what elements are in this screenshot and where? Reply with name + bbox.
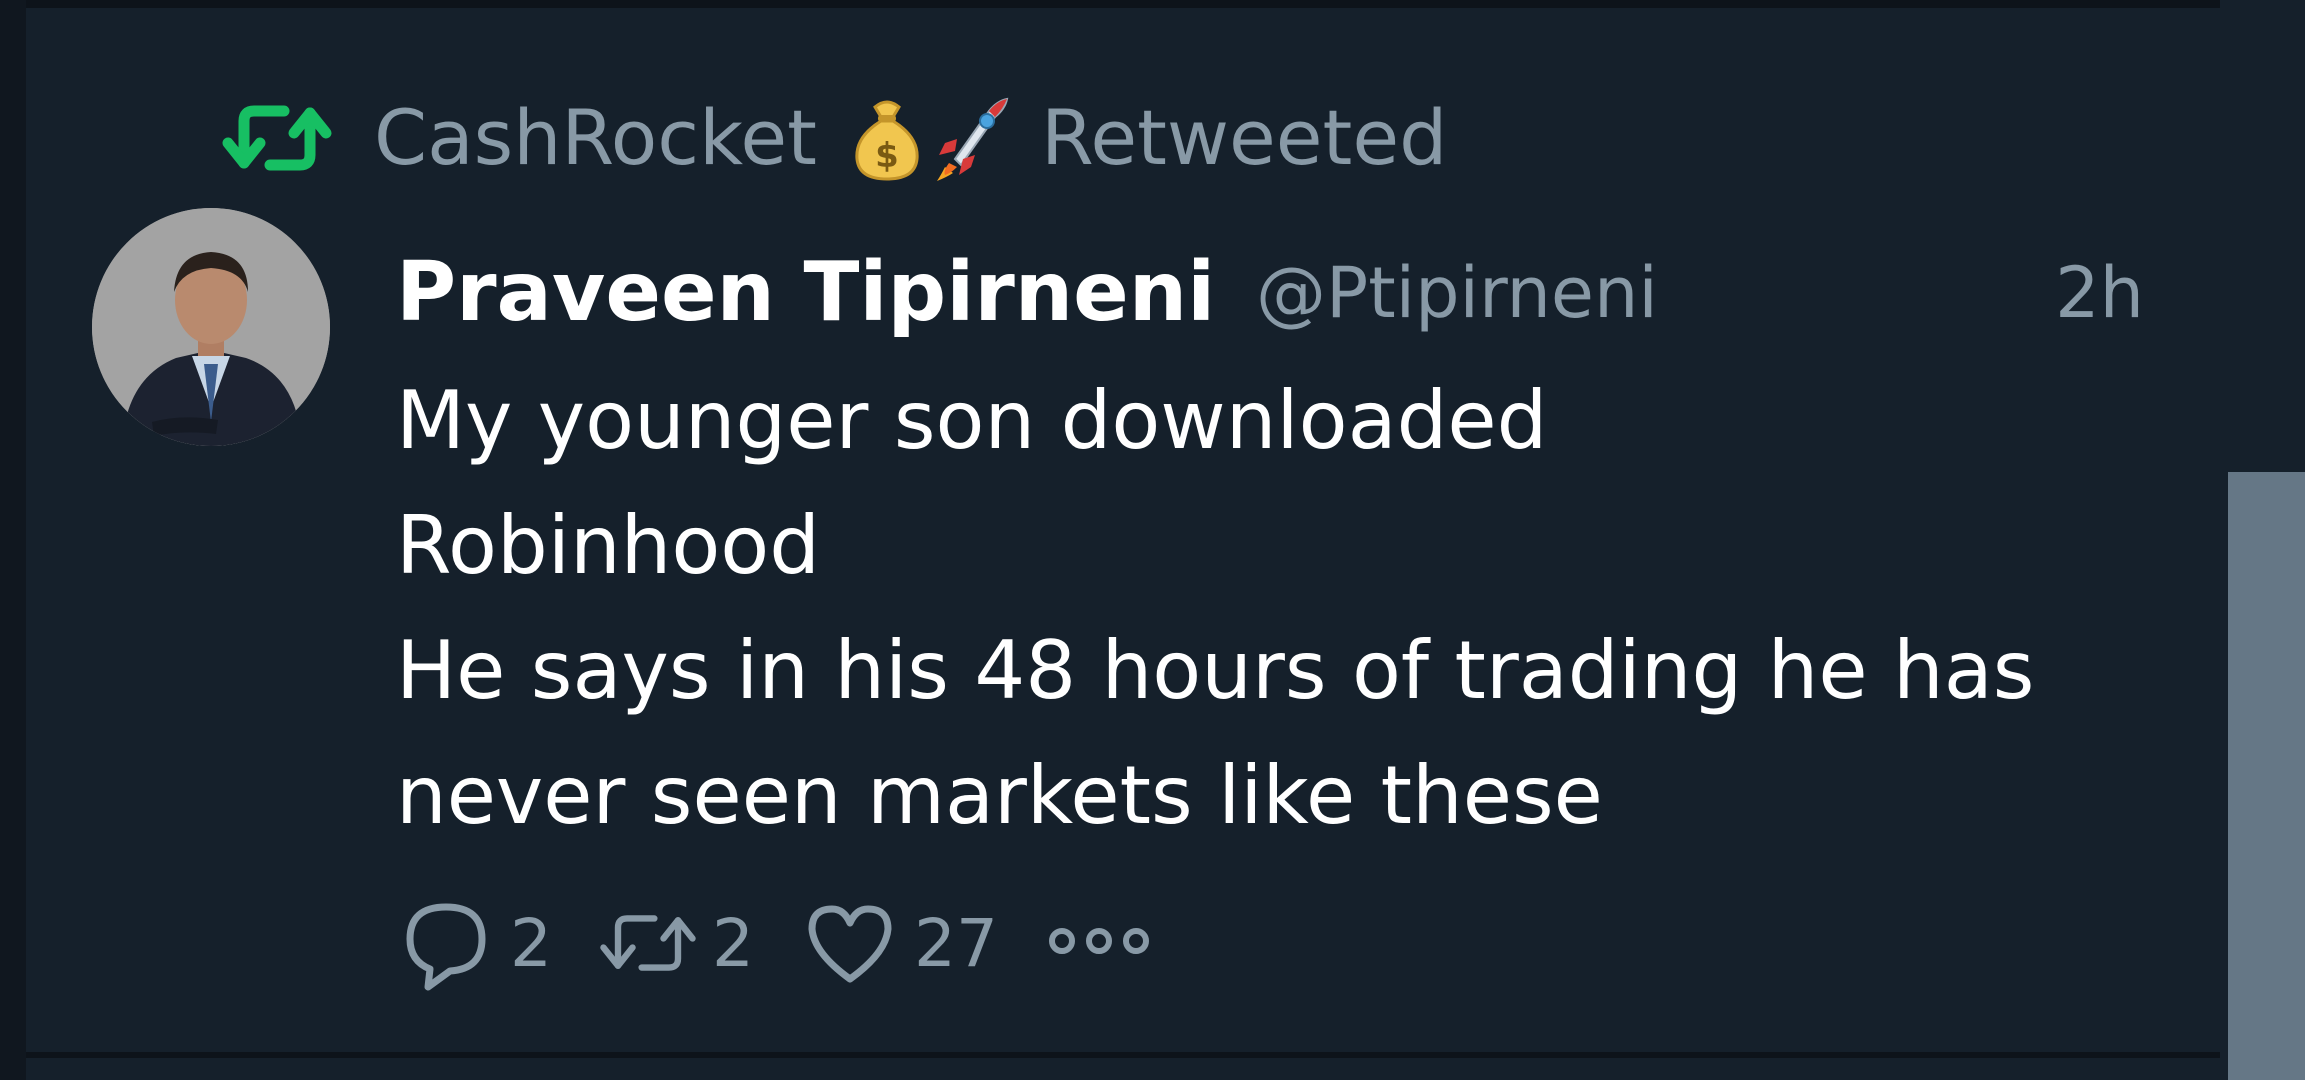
retweet-icon [222,93,332,183]
heart-icon [800,893,900,993]
retweeter-name[interactable]: CashRocket [374,100,817,176]
like-count: 27 [914,904,998,982]
svg-text:$: $ [875,136,899,176]
tweet-text-line: never seen markets like these [396,749,1603,842]
retweeted-label: Retweeted [1040,93,1448,182]
avatar[interactable] [92,208,330,446]
rocket-icon [931,93,1011,183]
ellipsis-icon [1044,921,1154,965]
left-edge [0,0,26,1080]
tweet-text: My younger son downloaded Robinhood He s… [396,358,2176,858]
retweet-icon [598,893,698,993]
like-button[interactable]: 27 [800,893,998,993]
tweet-text-line: He says in his 48 hours of trading he ha… [396,624,2035,717]
timeline-frame: CashRocket $ Retweeted Praveen Tipirneni… [0,0,2305,1080]
tweet-text-line: Robinhood [396,499,821,592]
retweet-button[interactable]: 2 [598,893,754,993]
reply-count: 2 [510,904,552,982]
more-options-button[interactable] [1044,913,1154,973]
top-divider [0,0,2220,8]
author-handle[interactable]: @Ptipirneni [1256,238,1658,348]
reply-icon [396,893,496,993]
bottom-divider [26,1052,2220,1058]
tweet-header: Praveen Tipirneni @Ptipirneni 2h [396,238,2196,348]
reply-button[interactable]: 2 [396,893,552,993]
tweet-text-line: My younger son downloaded [396,374,1548,467]
money-bag-icon: $ [847,93,927,183]
author-name[interactable]: Praveen Tipirneni [396,238,1215,348]
retweet-context: CashRocket $ Retweeted [222,78,1447,198]
scrollbar-thumb[interactable] [2228,472,2305,1080]
tweet-actions: 2 2 27 [396,883,1154,1003]
tweet-card[interactable]: CashRocket $ Retweeted Praveen Tipirneni… [26,8,2220,1052]
timestamp[interactable]: 2h [2055,238,2144,348]
retweet-count: 2 [712,904,754,982]
